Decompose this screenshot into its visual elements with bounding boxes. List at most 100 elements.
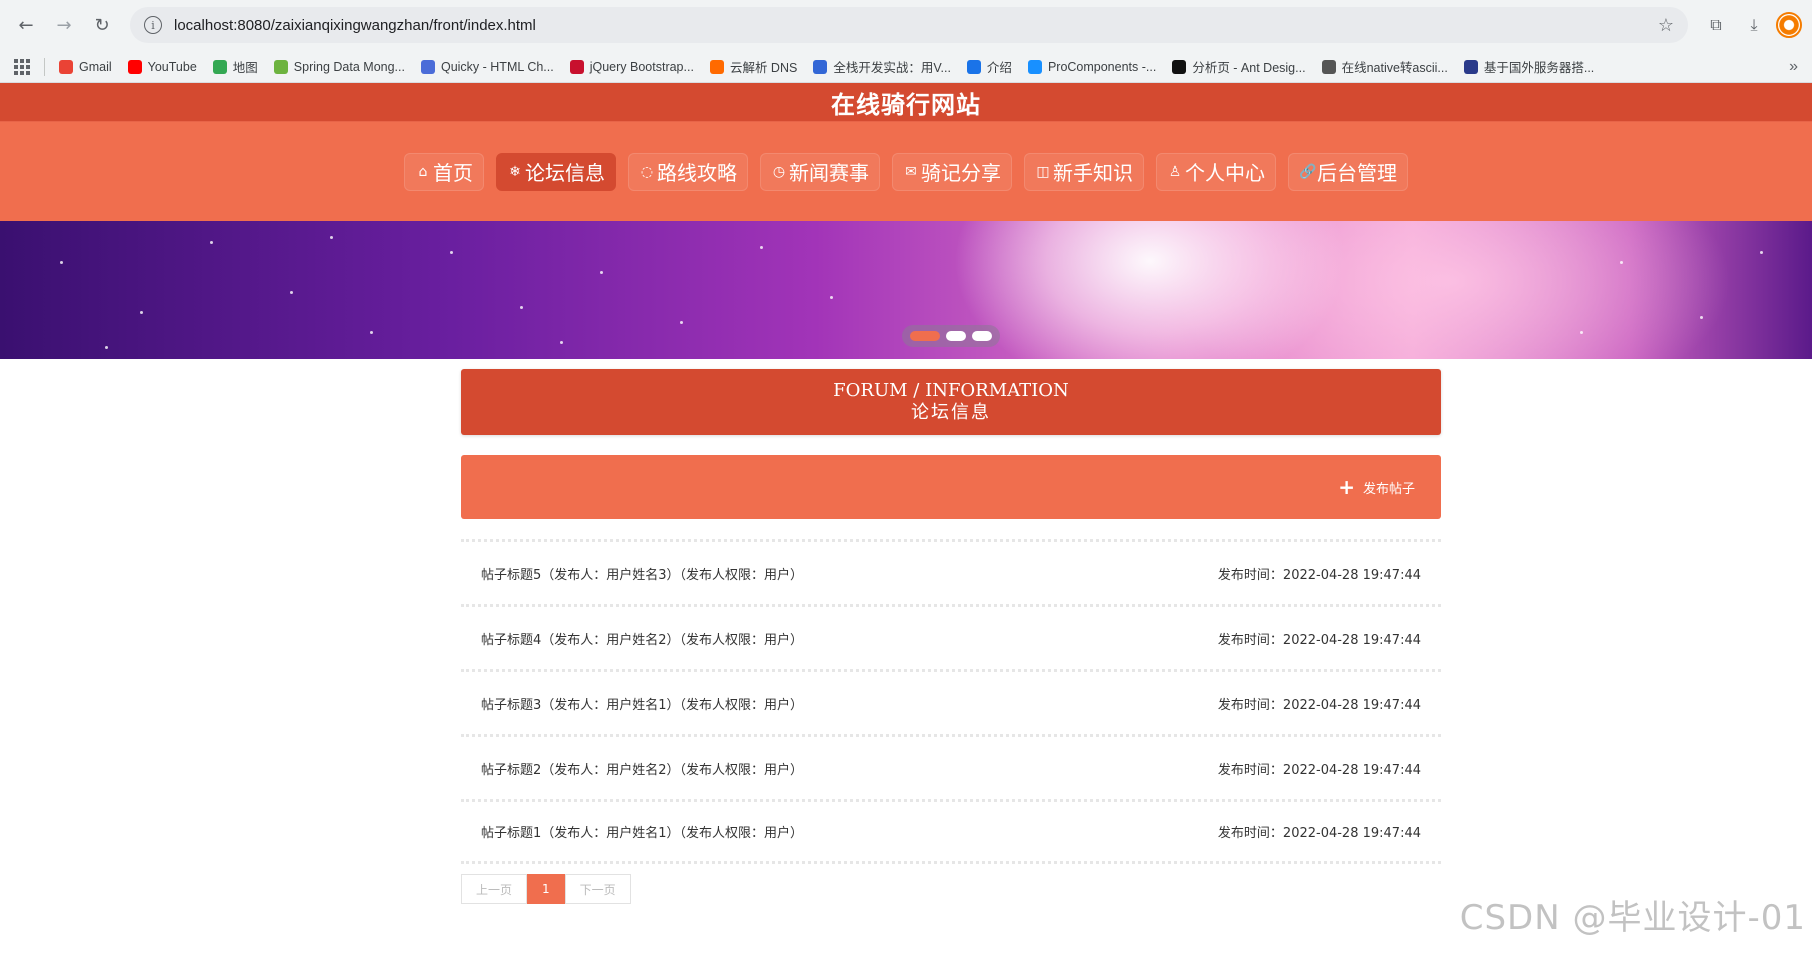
- bookmark-favicon-icon: [127, 59, 142, 74]
- carousel-dot-1[interactable]: [910, 331, 940, 341]
- next-page-button[interactable]: 下一页: [564, 874, 631, 904]
- back-icon[interactable]: ←: [10, 9, 42, 41]
- banner-star: [1620, 261, 1623, 264]
- forward-icon[interactable]: →: [48, 9, 80, 41]
- post-title[interactable]: 帖子标题2（发布人：用户姓名2）（发布人权限：用户）: [481, 759, 803, 778]
- apps-grid-icon[interactable]: [14, 58, 30, 75]
- reload-icon[interactable]: ↻: [86, 9, 118, 41]
- url-text[interactable]: localhost:8080/zaixianqixingwangzhan/fro…: [174, 17, 1658, 34]
- post-time: 发布时间：2022-04-28 19:47:44: [1217, 632, 1421, 648]
- bookmark-item[interactable]: Gmail: [59, 59, 112, 74]
- nav-item-icon: ♙: [1168, 163, 1182, 180]
- post-title[interactable]: 帖子标题1（发布人：用户姓名1）（发布人权限：用户）: [481, 822, 803, 841]
- banner-star: [105, 346, 108, 349]
- nav-item[interactable]: ◷ 新闻赛事: [760, 152, 880, 191]
- bookmark-favicon-icon: [1027, 59, 1042, 74]
- bookmark-label: 介绍: [986, 61, 1012, 75]
- bookmark-item[interactable]: 云解析 DNS: [709, 57, 798, 76]
- banner-star: [680, 321, 683, 324]
- post-title[interactable]: 帖子标题5（发布人：用户姓名3）（发布人权限：用户）: [481, 564, 803, 583]
- bookmark-item[interactable]: 全栈开发实战：用V...: [813, 57, 951, 76]
- post-row[interactable]: 帖子标题1（发布人：用户姓名1）（发布人权限：用户） 发布时间：2022-04-2…: [461, 799, 1441, 864]
- bookmark-label: ProComponents -...: [1047, 59, 1157, 74]
- bookmark-item[interactable]: YouTube: [127, 59, 197, 74]
- bookmark-item[interactable]: Spring Data Mong...: [273, 59, 405, 74]
- banner-star: [330, 236, 333, 239]
- banner-star: [210, 241, 213, 244]
- bookmark-list: Gmail YouTube 地图 Spring Data Mong... Quicky …: [59, 57, 1610, 76]
- bookmark-star-icon[interactable]: ☆: [1658, 15, 1674, 36]
- nav-item-icon: ✉: [905, 163, 917, 180]
- bookmark-favicon-icon: [1463, 59, 1478, 74]
- address-bar[interactable]: i localhost:8080/zaixianqixingwangzhan/f…: [130, 7, 1688, 43]
- post-time: 发布时间：2022-04-28 19:47:44: [1217, 567, 1421, 583]
- banner-star: [370, 331, 373, 334]
- nav-item-icon: ◫: [1036, 163, 1050, 180]
- banner-star: [600, 271, 603, 274]
- bookmark-item[interactable]: 基于国外服务器搭...: [1463, 57, 1594, 76]
- banner-star: [1580, 331, 1583, 334]
- banner-star: [450, 251, 453, 254]
- bookmark-label: 在线native转ascii...: [1341, 61, 1448, 75]
- post-title[interactable]: 帖子标题3（发布人：用户姓名1）（发布人权限：用户）: [481, 694, 803, 713]
- bookmark-item[interactable]: 介绍: [966, 57, 1012, 76]
- bookmark-favicon-icon: [813, 59, 828, 74]
- bookmarks-overflow-icon[interactable]: »: [1789, 58, 1798, 76]
- extensions-icon[interactable]: ⧉: [1700, 9, 1732, 41]
- post-time: 发布时间：2022-04-28 19:47:44: [1217, 762, 1421, 778]
- post-title[interactable]: 帖子标题4（发布人：用户姓名2）（发布人权限：用户）: [481, 629, 803, 648]
- bookmark-item[interactable]: 分析页 - Ant Desig...: [1172, 57, 1306, 76]
- current-page-button[interactable]: 1: [527, 874, 565, 904]
- section-title-en: FORUM / INFORMATION: [833, 380, 1069, 401]
- plus-icon: +: [1338, 475, 1355, 499]
- nav-item-icon: ◌: [640, 163, 654, 180]
- post-list: 帖子标题5（发布人：用户姓名3）（发布人权限：用户） 发布时间：2022-04-2…: [461, 539, 1441, 864]
- nav-item[interactable]: ♙ 个人中心: [1156, 152, 1276, 191]
- prev-page-button[interactable]: 上一页: [461, 874, 528, 904]
- bookmark-label: Spring Data Mong...: [293, 59, 405, 74]
- post-row[interactable]: 帖子标题3（发布人：用户姓名1）（发布人权限：用户） 发布时间：2022-04-2…: [461, 669, 1441, 734]
- browser-toolbar: ← → ↻ i localhost:8080/zaixianqixingwang…: [0, 0, 1812, 50]
- nav-item-label: 骑记分享: [921, 161, 1001, 185]
- forum-content: FORUM / INFORMATION 论坛信息 + 发布帖子 帖子标题5（发布…: [461, 369, 1441, 904]
- bookmark-item[interactable]: Quicky - HTML Ch...: [420, 59, 554, 74]
- nav-item[interactable]: ◌ 路线攻略: [628, 152, 748, 191]
- bookmark-label: Quicky - HTML Ch...: [440, 59, 554, 74]
- banner-star: [140, 311, 143, 314]
- banner-star: [290, 291, 293, 294]
- nav-item[interactable]: ❄ 论坛信息: [496, 152, 616, 191]
- bookmark-label: 云解析 DNS: [729, 61, 798, 75]
- site-info-icon[interactable]: i: [144, 16, 162, 34]
- nav-item-icon: ◷: [772, 163, 786, 180]
- post-row[interactable]: 帖子标题4（发布人：用户姓名2）（发布人权限：用户） 发布时间：2022-04-2…: [461, 604, 1441, 669]
- post-row[interactable]: 帖子标题2（发布人：用户姓名2）（发布人权限：用户） 发布时间：2022-04-2…: [461, 734, 1441, 799]
- nav-item[interactable]: ✉ 骑记分享: [892, 152, 1012, 191]
- action-bar: + 发布帖子: [461, 455, 1441, 519]
- download-icon[interactable]: ⤓: [1738, 9, 1770, 41]
- bookmark-favicon-icon: [212, 59, 227, 74]
- bookmarks-separator: [44, 57, 45, 76]
- banner-star: [760, 246, 763, 249]
- banner-star: [1760, 251, 1763, 254]
- publish-post-button[interactable]: + 发布帖子: [1338, 477, 1415, 497]
- post-row[interactable]: 帖子标题5（发布人：用户姓名3）（发布人权限：用户） 发布时间：2022-04-2…: [461, 539, 1441, 604]
- bookmark-label: 分析页 - Ant Desig...: [1192, 61, 1306, 75]
- bookmark-item[interactable]: 地图: [212, 57, 258, 76]
- profile-avatar[interactable]: [1776, 12, 1802, 38]
- browser-chrome: ← → ↻ i localhost:8080/zaixianqixingwang…: [0, 0, 1812, 83]
- nav-item-icon: 🔗: [1299, 163, 1317, 180]
- nav-item-icon: ⌂: [418, 163, 428, 180]
- bookmark-item[interactable]: ProComponents -...: [1027, 59, 1157, 74]
- carousel-dot-2[interactable]: [946, 331, 966, 341]
- nav-item[interactable]: 🔗 后台管理: [1288, 152, 1408, 191]
- bookmark-item[interactable]: jQuery Bootstrap...: [569, 59, 694, 74]
- nav-item-icon: ❄: [509, 163, 521, 180]
- nav-item[interactable]: ◫ 新手知识: [1024, 152, 1144, 191]
- bookmark-item[interactable]: 在线native转ascii...: [1321, 57, 1448, 76]
- bookmark-label: 地图: [232, 61, 258, 75]
- nav-item-label: 路线攻略: [657, 161, 737, 185]
- nav-item[interactable]: ⌂ 首页: [404, 152, 484, 191]
- carousel-dot-3[interactable]: [972, 331, 992, 341]
- banner-star: [830, 296, 833, 299]
- bookmark-favicon-icon: [569, 59, 584, 74]
